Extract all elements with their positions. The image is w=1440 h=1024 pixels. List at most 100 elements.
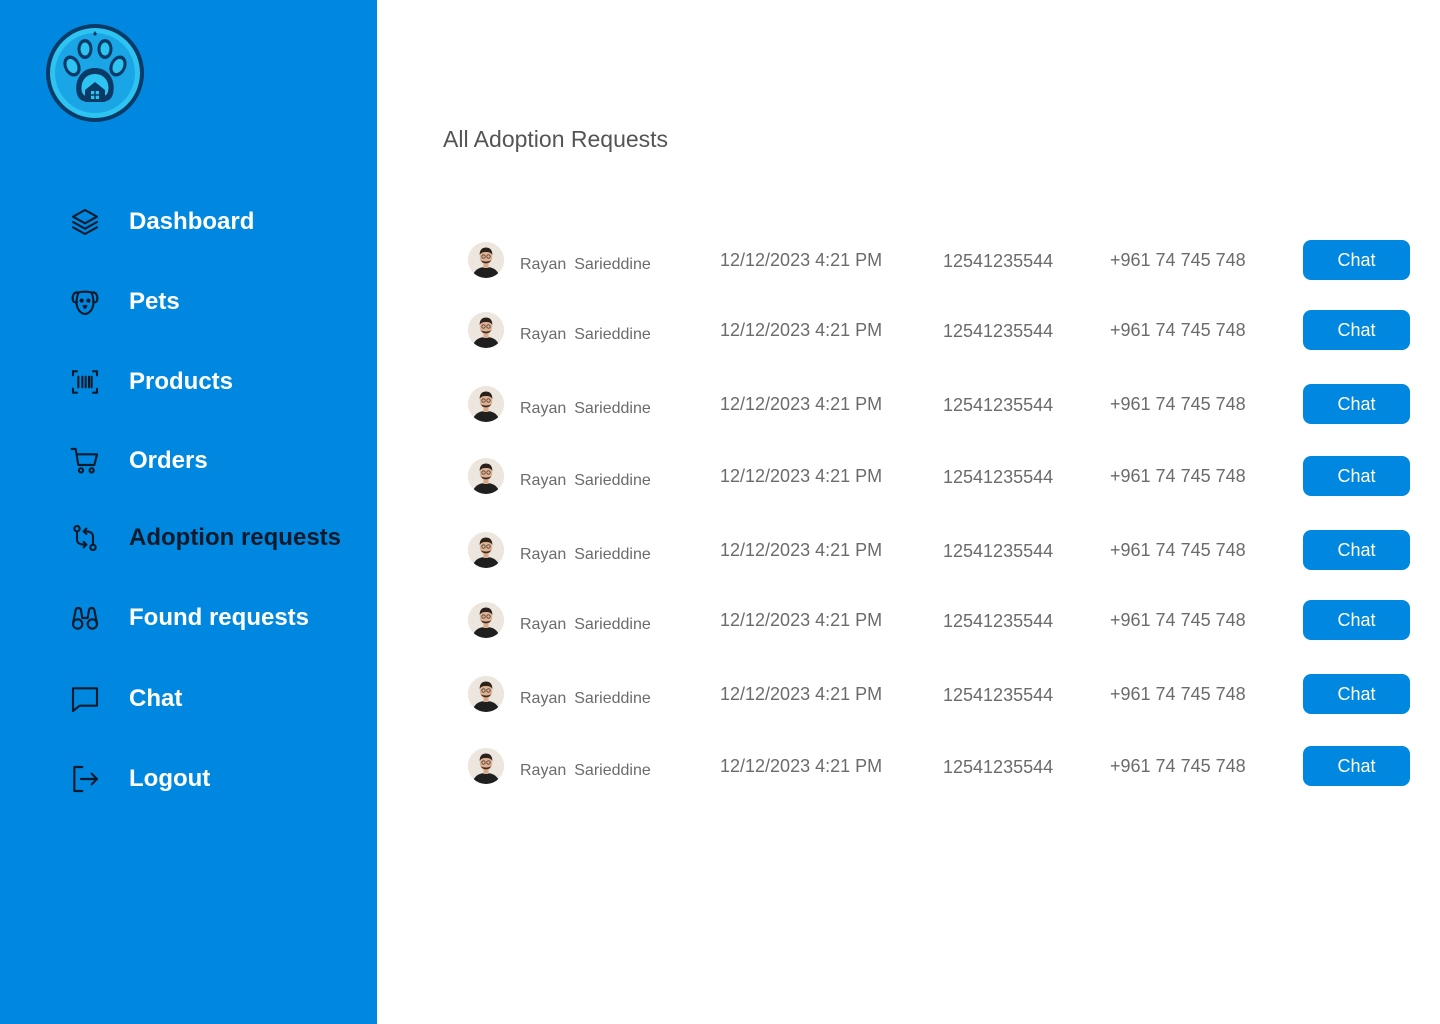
logout-icon: [68, 762, 102, 796]
phone-number: +961 74 745 748: [1110, 540, 1246, 560]
cart-icon: [68, 444, 102, 478]
sidebar-item-dashboard[interactable]: Dashboard: [68, 200, 368, 244]
git-compare-icon: [68, 521, 102, 555]
request-date: 12/12/2023 4:21 PM: [720, 684, 883, 704]
avatar: [468, 748, 504, 784]
requester-name: Rayan Sarieddine: [520, 256, 651, 274]
request-date: 12/12/2023 4:21 PM: [720, 540, 883, 560]
request-id: 12541235544: [943, 321, 1054, 341]
layers-icon: [68, 205, 102, 239]
sidebar-item-adoption-requests[interactable]: Adoption requests: [68, 516, 368, 560]
sidebar-item-logout[interactable]: Logout: [68, 757, 368, 801]
avatar: [468, 386, 504, 422]
chat-button[interactable]: Chat: [1303, 674, 1410, 714]
sidebar-item-label: Logout: [129, 765, 211, 792]
avatar: [468, 458, 504, 494]
first-name: Rayan: [520, 762, 567, 779]
sidebar-item-orders[interactable]: Orders: [68, 439, 368, 483]
table-row: Rayan Sarieddine 12/12/2023 4:21 PM 1254123…: [377, 384, 1440, 424]
barcode-icon: [68, 365, 102, 399]
chat-button[interactable]: Chat: [1303, 530, 1410, 570]
sidebar-item-found-requests[interactable]: Found requests: [68, 596, 368, 640]
requester-name: Rayan Sarieddine: [520, 690, 651, 708]
phone-number: +961 74 745 748: [1110, 394, 1246, 414]
dog-icon: [68, 285, 102, 319]
table-row: Rayan Sarieddine 12/12/2023 4:21 PM 1254123…: [377, 674, 1440, 714]
avatar: [468, 312, 504, 348]
message-icon: [68, 682, 102, 716]
request-id: 12541235544: [943, 685, 1054, 705]
sidebar-item-products[interactable]: Products: [68, 360, 368, 404]
phone-number: +961 74 745 748: [1110, 250, 1246, 270]
chat-button[interactable]: Chat: [1303, 384, 1410, 424]
last-name: Sarieddine: [574, 546, 651, 563]
sidebar: Dashboard Pets Products Orders Adoption …: [0, 0, 377, 1024]
last-name: Sarieddine: [574, 762, 651, 779]
sidebar-item-label: Orders: [129, 447, 208, 474]
table-row: Rayan Sarieddine 12/12/2023 4:21 PM 1254123…: [377, 530, 1440, 570]
requester-name: Rayan Sarieddine: [520, 762, 651, 780]
sidebar-item-label: Dashboard: [129, 208, 255, 235]
sidebar-item-label: Found requests: [129, 604, 310, 631]
last-name: Sarieddine: [574, 690, 651, 707]
request-date: 12/12/2023 4:21 PM: [720, 466, 883, 486]
avatar: [468, 602, 504, 638]
sidebar-item-label: Pets: [129, 288, 180, 315]
paw-house-logo[interactable]: [44, 22, 146, 124]
requester-name: Rayan Sarieddine: [520, 472, 651, 490]
binoculars-icon: [68, 601, 102, 635]
first-name: Rayan: [520, 326, 567, 343]
requester-name: Rayan Sarieddine: [520, 546, 651, 564]
avatar: [468, 676, 504, 712]
first-name: Rayan: [520, 546, 567, 563]
chat-button[interactable]: Chat: [1303, 456, 1410, 496]
chat-button[interactable]: Chat: [1303, 600, 1410, 640]
page-title: All Adoption Requests: [443, 126, 669, 152]
table-row: Rayan Sarieddine 12/12/2023 4:21 PM 1254123…: [377, 746, 1440, 786]
last-name: Sarieddine: [574, 616, 651, 633]
request-id: 12541235544: [943, 467, 1054, 487]
table-row: Rayan Sarieddine 12/12/2023 4:21 PM 1254123…: [377, 310, 1440, 350]
first-name: Rayan: [520, 256, 567, 273]
phone-number: +961 74 745 748: [1110, 610, 1246, 630]
request-id: 12541235544: [943, 541, 1054, 561]
phone-number: +961 74 745 748: [1110, 684, 1246, 704]
sidebar-item-pets[interactable]: Pets: [68, 280, 368, 324]
request-date: 12/12/2023 4:21 PM: [720, 320, 883, 340]
requester-name: Rayan Sarieddine: [520, 616, 651, 634]
request-id: 12541235544: [943, 611, 1054, 631]
requester-name: Rayan Sarieddine: [520, 326, 651, 344]
first-name: Rayan: [520, 472, 567, 489]
last-name: Sarieddine: [574, 326, 651, 343]
chat-button[interactable]: Chat: [1303, 746, 1410, 786]
requester-name: Rayan Sarieddine: [520, 400, 651, 418]
request-id: 12541235544: [943, 251, 1054, 271]
table-row: Rayan Sarieddine 12/12/2023 4:21 PM 1254123…: [377, 600, 1440, 640]
phone-number: +961 74 745 748: [1110, 756, 1246, 776]
phone-number: +961 74 745 748: [1110, 466, 1246, 486]
avatar: [468, 532, 504, 568]
sidebar-item-label: Products: [129, 368, 234, 395]
table-row: Rayan Sarieddine 12/12/2023 4:21 PM 1254123…: [377, 456, 1440, 496]
request-id: 12541235544: [943, 395, 1054, 415]
last-name: Sarieddine: [574, 400, 651, 417]
chat-button[interactable]: Chat: [1303, 310, 1410, 350]
last-name: Sarieddine: [574, 256, 651, 273]
request-date: 12/12/2023 4:21 PM: [720, 756, 883, 776]
first-name: Rayan: [520, 690, 567, 707]
request-id: 12541235544: [943, 757, 1054, 777]
table-row: Rayan Sarieddine 12/12/2023 4:21 PM 1254123…: [377, 240, 1440, 280]
first-name: Rayan: [520, 616, 567, 633]
main-content: All Adoption Requests Rayan Sarieddine 12/…: [377, 0, 1440, 1024]
avatar: [468, 242, 504, 278]
chat-button[interactable]: Chat: [1303, 240, 1410, 280]
sidebar-item-label: Chat: [129, 685, 183, 712]
request-date: 12/12/2023 4:21 PM: [720, 394, 883, 414]
sidebar-item-chat[interactable]: Chat: [68, 677, 368, 721]
last-name: Sarieddine: [574, 472, 651, 489]
sidebar-item-label: Adoption requests: [129, 524, 342, 551]
phone-number: +961 74 745 748: [1110, 320, 1246, 340]
request-date: 12/12/2023 4:21 PM: [720, 250, 883, 270]
first-name: Rayan: [520, 400, 567, 417]
request-date: 12/12/2023 4:21 PM: [720, 610, 883, 630]
